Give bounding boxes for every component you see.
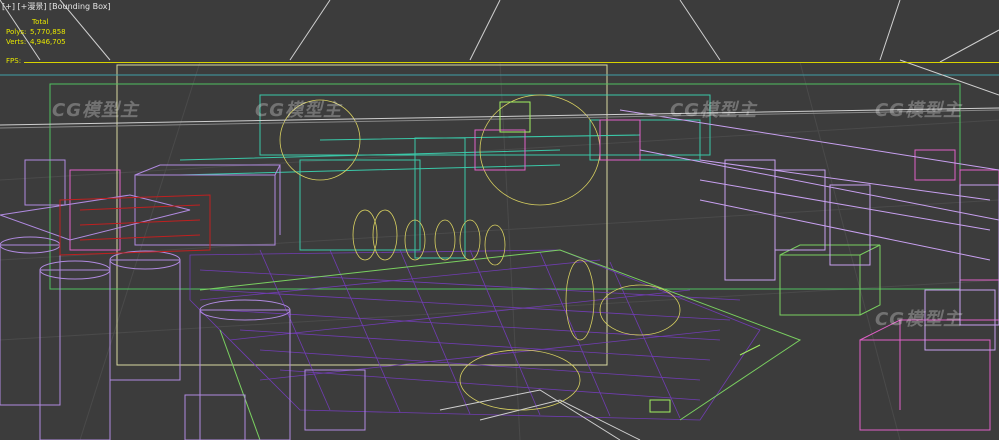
- floor-outline: [199, 244, 881, 440]
- statistics-overlay: Total Polys: 5,770,858 Verts: 4,946,705: [6, 17, 66, 47]
- stats-polys-row: Polys: 5,770,858: [6, 27, 66, 37]
- stats-verts-row: Verts: 4,946,705: [6, 37, 66, 47]
- floor-mesh: [189, 249, 761, 421]
- watermark-2: CG模型主: [255, 100, 342, 121]
- central-structure: [179, 119, 701, 259]
- viewport-label: [+] [+漫景] [Bounding Box]: [2, 1, 111, 12]
- watermark-4: CG模型主: [875, 100, 962, 121]
- verts-label: Verts:: [6, 38, 27, 46]
- viewport-menu-view[interactable]: [+漫景]: [18, 2, 47, 11]
- polys-label: Polys:: [6, 28, 27, 36]
- left-cluster: [0, 159, 366, 440]
- watermark-3: CG模型主: [670, 100, 757, 121]
- verts-value: 4,946,705: [30, 38, 66, 46]
- stats-header: Total: [32, 18, 49, 26]
- fps-label: FPS:: [6, 57, 22, 65]
- 3d-viewport[interactable]: [+] [+漫景] [Bounding Box] Total Polys: 5,…: [0, 0, 999, 440]
- wireframe-scene[interactable]: [0, 0, 999, 440]
- viewport-menu-general[interactable]: [+]: [2, 2, 15, 11]
- safe-frame-line: [24, 62, 999, 63]
- watermark-1: CG模型主: [52, 100, 139, 121]
- viewport-menu-shading[interactable]: [Bounding Box]: [49, 2, 111, 11]
- arches: [279, 94, 681, 411]
- watermark-5: CG模型主: [875, 309, 962, 330]
- polys-value: 5,770,858: [30, 28, 66, 36]
